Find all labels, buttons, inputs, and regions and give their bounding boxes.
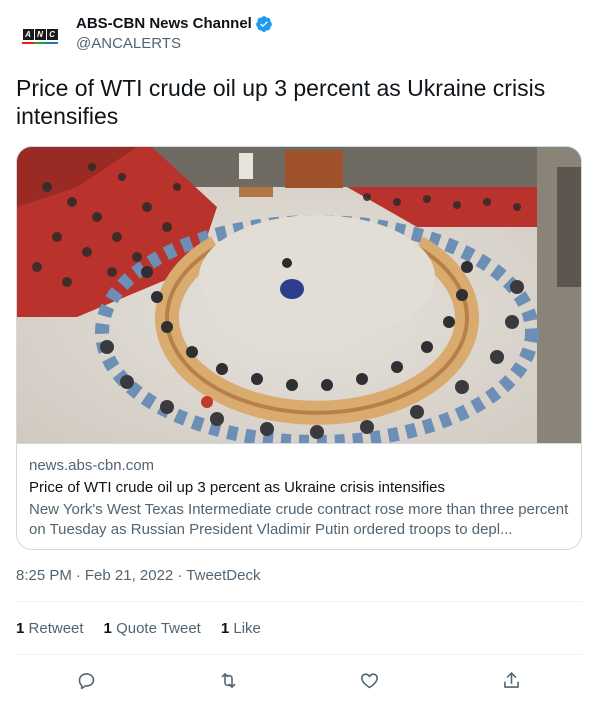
divider-bottom xyxy=(16,654,582,655)
tweet-actions xyxy=(16,664,582,696)
card-description: New York's West Texas Intermediate crude… xyxy=(29,501,569,538)
quote-tweets-count: 1 xyxy=(103,620,112,637)
reply-button[interactable] xyxy=(70,663,104,697)
tweet-stats: 1 Retweet 1 Quote Tweet 1 Like xyxy=(16,619,261,639)
author-name-block: ABS-CBN News Channel @ANCALERTS xyxy=(76,14,273,54)
anc-logo: ANC xyxy=(20,24,60,48)
meta-separator: · xyxy=(75,567,81,584)
share-icon xyxy=(503,671,519,688)
likes-label: Like xyxy=(233,620,261,637)
retweets-label: Retweet xyxy=(28,620,84,637)
heart-icon xyxy=(361,672,379,688)
likes-stat[interactable]: 1 Like xyxy=(221,619,261,639)
link-card[interactable]: news.abs-cbn.com Price of WTI crude oil … xyxy=(16,146,582,550)
un-security-council-photo xyxy=(17,147,581,443)
quote-tweets-stat[interactable]: 1 Quote Tweet xyxy=(104,619,201,639)
tweet-text: Price of WTI crude oil up 3 percent as U… xyxy=(16,75,546,129)
author-display-name[interactable]: ABS-CBN News Channel xyxy=(76,14,252,34)
card-body[interactable]: news.abs-cbn.com Price of WTI crude oil … xyxy=(17,443,581,549)
retweet-button[interactable] xyxy=(211,663,245,697)
share-button[interactable] xyxy=(494,663,528,697)
like-button[interactable] xyxy=(353,663,387,697)
author-avatar[interactable]: ANC xyxy=(16,12,64,60)
retweets-count: 1 xyxy=(16,620,25,637)
anc-logo-mark: ANC xyxy=(22,28,58,40)
quote-tweets-label: Quote Tweet xyxy=(116,620,201,637)
card-image[interactable] xyxy=(17,147,581,443)
reply-icon xyxy=(78,672,95,689)
divider-top xyxy=(16,601,582,602)
card-domain: news.abs-cbn.com xyxy=(29,457,155,474)
tweet-time[interactable]: 8:25 PM xyxy=(16,566,72,586)
card-title: Price of WTI crude oil up 3 percent as U… xyxy=(29,479,445,496)
tweet-meta: 8:25 PM · Feb 21, 2022 · TweetDeck xyxy=(16,566,260,586)
verified-badge-icon xyxy=(255,16,272,32)
anc-logo-stripe xyxy=(22,41,58,44)
author-handle[interactable]: @ANCALERTS xyxy=(76,34,273,54)
meta-separator: · xyxy=(177,567,183,584)
retweet-icon xyxy=(221,672,236,688)
author-display-name-row[interactable]: ABS-CBN News Channel xyxy=(76,14,273,34)
likes-count: 1 xyxy=(220,620,230,637)
tweet-date[interactable]: Feb 21, 2022 xyxy=(85,566,173,586)
tweet-header: ANC ABS-CBN News Channel @ANCALERTS xyxy=(16,12,582,56)
tweet-source[interactable]: TweetDeck xyxy=(186,566,260,586)
retweets-stat[interactable]: 1 Retweet xyxy=(16,619,84,639)
